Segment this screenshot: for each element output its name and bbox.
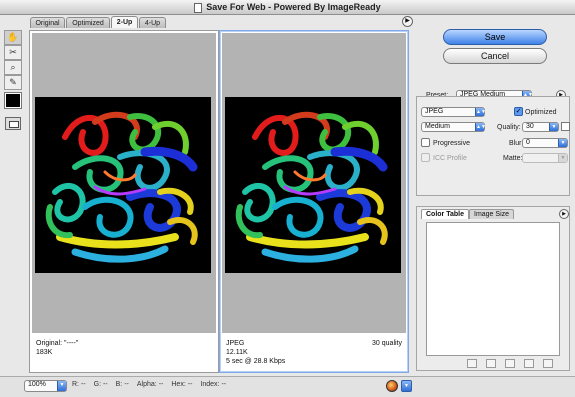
dropdown-arrow-icon: ▼ — [558, 154, 567, 162]
color-readout: R: -- G: -- B: -- Alpha: -- Hex: -- Inde… — [72, 381, 226, 388]
zoom-tool[interactable]: ⌕ — [4, 60, 22, 75]
optimized-preview-pane[interactable]: JPEG 30 quality 12.11K 5 sec @ 28.8 Kbps — [219, 30, 409, 373]
icc-profile-checkbox[interactable] — [421, 153, 430, 162]
eyedropper-icon: ✎ — [9, 77, 17, 87]
icc-profile-label: ICC Profile — [433, 155, 467, 162]
toggle-slices-visibility-icon[interactable] — [5, 117, 21, 130]
dropdown-arrow-icon: ▼ — [404, 383, 409, 389]
color-table-menu-button[interactable]: ▶ — [559, 209, 569, 219]
trash-icon[interactable] — [543, 359, 553, 368]
original-image-area[interactable] — [32, 33, 216, 333]
optimized-checkbox[interactable]: ✓ — [514, 107, 523, 116]
hand-tool[interactable]: ✋ — [4, 30, 22, 45]
r-value: -- — [80, 381, 86, 388]
progressive-checkbox[interactable] — [421, 138, 430, 147]
zoom-icon: ⌕ — [10, 62, 16, 72]
blur-field[interactable]: 0 ▼ — [522, 138, 568, 148]
progressive-label: Progressive — [433, 140, 470, 147]
eyedropper-tool[interactable]: ✎ — [4, 75, 22, 90]
optimized-format: JPEG — [226, 340, 245, 347]
tool-palette: ✋ ✂ ⌕ ✎ — [3, 30, 23, 140]
slice-select-icon: ✂ — [9, 47, 17, 57]
tab-original[interactable]: Original — [30, 17, 65, 28]
blur-value: 0 — [526, 139, 530, 146]
quality-preset-value: Medium — [425, 123, 450, 130]
cancel-button[interactable]: Cancel — [443, 48, 547, 64]
tab-2-up[interactable]: 2-Up — [111, 16, 138, 28]
play-arrow-icon: ▶ — [562, 211, 566, 217]
preview-in-browser-icon[interactable] — [386, 380, 398, 392]
lock-color-icon[interactable] — [505, 359, 515, 368]
view-tabs: Original Optimized 2-Up 4-Up ▶ — [30, 16, 415, 28]
checkmark-icon: ✓ — [515, 108, 522, 115]
b-label: B: — [115, 381, 123, 388]
quality-field[interactable]: 30 ▼ — [522, 122, 559, 132]
original-info: Original: "----" 183K — [32, 336, 216, 370]
dropdown-arrow-icon: ▼ — [558, 139, 567, 147]
quality-label: Quality: — [497, 124, 521, 131]
preview-menu-button[interactable]: ▶ — [402, 16, 413, 27]
file-format-value: JPEG — [425, 108, 444, 115]
document-icon — [194, 2, 203, 13]
optimized-quality-note: 30 quality — [372, 340, 402, 347]
color-table-panel: Color Table Image Size ▶ — [416, 206, 570, 371]
window-title: Save For Web - Powered By ImageReady — [206, 2, 381, 12]
dropdown-arrows-icon: ▲▼ — [475, 108, 486, 116]
new-color-icon[interactable] — [524, 359, 534, 368]
protein-structure-graphic — [235, 111, 388, 263]
hex-value: -- — [187, 381, 193, 388]
file-format-dropdown[interactable]: JPEG ▲▼ — [421, 107, 486, 117]
optimized-label: Optimized — [525, 109, 557, 116]
protein-structure-graphic — [45, 111, 198, 263]
index-label: Index: — [200, 381, 220, 388]
g-value: -- — [102, 381, 108, 388]
window-title-bar: Save For Web - Powered By ImageReady — [0, 0, 575, 15]
eyedropper-color-swatch[interactable] — [4, 92, 22, 109]
optimized-info: JPEG 30 quality 12.11K 5 sec @ 28.8 Kbps — [222, 336, 406, 370]
original-preview-pane[interactable]: Original: "----" 183K — [29, 30, 219, 373]
zoom-dropdown[interactable]: 100% ▼ — [24, 380, 67, 392]
slice-select-tool[interactable]: ✂ — [4, 45, 22, 60]
original-filename: Original: "----" — [36, 340, 79, 347]
dropdown-arrow-icon: ▼ — [549, 123, 558, 131]
index-value: -- — [221, 381, 227, 388]
optimized-size: 12.11K — [226, 349, 248, 356]
save-button[interactable]: Save — [443, 29, 547, 45]
r-label: R: — [72, 381, 79, 388]
download-time: 5 sec @ 28.8 Kbps — [226, 358, 286, 365]
color-table-area[interactable] — [426, 222, 560, 356]
alpha-label: Alpha: — [136, 381, 157, 388]
web-snap-icon[interactable] — [486, 359, 496, 368]
tab-4-up[interactable]: 4-Up — [139, 17, 166, 28]
hand-icon: ✋ — [7, 32, 19, 42]
tab-color-table[interactable]: Color Table — [421, 209, 469, 219]
matte-dropdown[interactable]: ▼ — [522, 153, 568, 163]
dropdown-arrows-icon: ▲▼ — [475, 123, 486, 131]
optimized-image-area[interactable] — [222, 33, 406, 333]
g-label: G: — [93, 381, 102, 388]
status-bar: 100% ▼ R: -- G: -- B: -- Alpha: -- Hex: … — [0, 376, 575, 397]
matte-label: Matte: — [503, 155, 523, 162]
optimized-protein-image — [225, 97, 401, 273]
browser-select-dropdown[interactable]: ▼ — [401, 380, 412, 392]
tab-image-size[interactable]: Image Size — [469, 209, 515, 219]
tab-optimized[interactable]: Optimized — [66, 17, 110, 28]
play-arrow-icon: ▶ — [405, 18, 410, 24]
original-protein-image — [35, 97, 211, 273]
original-size: 183K — [36, 349, 53, 356]
zoom-value: 100% — [28, 381, 46, 388]
quality-preset-dropdown[interactable]: Medium ▲▼ — [421, 122, 486, 132]
optimize-settings-panel: JPEG ▲▼ ✓ Optimized Medium ▲▼ Quality: 3… — [416, 96, 570, 196]
alpha-value: -- — [158, 381, 164, 388]
b-value: -- — [124, 381, 129, 388]
quality-value: 30 — [526, 123, 534, 130]
quality-mask-icon[interactable] — [561, 122, 570, 131]
dropdown-arrow-icon: ▼ — [57, 381, 66, 391]
hex-label: Hex: — [171, 381, 186, 388]
map-to-transparent-icon[interactable] — [467, 359, 477, 368]
